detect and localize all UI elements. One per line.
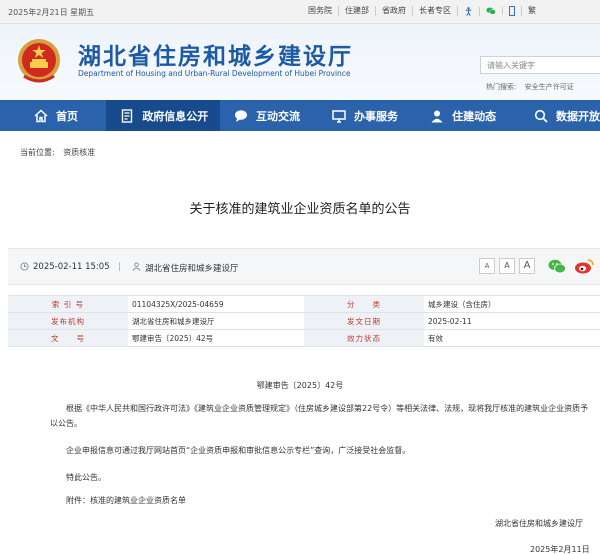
accessibility-icon xyxy=(465,6,472,16)
site-title[interactable]: 湖北省住房和城乡建设厅 xyxy=(78,37,353,71)
nav-news[interactable]: 住建动态 xyxy=(416,100,520,131)
link-state-council[interactable]: 国务院 xyxy=(302,6,339,16)
article-title: 关于核准的建筑业企业资质名单的公告 xyxy=(189,202,411,217)
font-size-medium-button[interactable]: A xyxy=(499,258,515,274)
hot-search: 热门搜索: 安全生产许可证 xyxy=(486,82,580,92)
document-number: 鄂建审告〔2025〕42号 xyxy=(256,381,344,390)
value-issue-date: 2025-02-11 xyxy=(424,312,600,330)
user-icon xyxy=(431,110,443,122)
table-row: 文 号 鄂建审告〔2025〕42号 效力状态 有效 xyxy=(8,329,600,347)
table-row: 索 引 号 01104325X/2025-04659 分 类 城乡建设（含住房） xyxy=(8,295,600,313)
breadcrumb: 当前位置: 资质核准 xyxy=(20,147,101,158)
monitor-icon xyxy=(332,109,346,123)
value-index-no: 01104325X/2025-04659 xyxy=(128,295,304,313)
nav-services[interactable]: 办事服务 xyxy=(318,100,416,131)
current-date: 2025年2月21日 星期五 xyxy=(8,8,95,17)
paragraph-query-info: 企业申报信息可通过我厅网站首页“企业资质申报和审批信息公示专栏”查询，广泛接受社… xyxy=(66,446,411,455)
paragraph-legal-basis: 根据《中华人民共和国行政许可法》《建筑业企业资质管理规定》（住房城乡建设部第22… xyxy=(50,404,589,428)
value-category: 城乡建设（含住房） xyxy=(424,295,600,313)
font-size-large-button[interactable]: A xyxy=(519,258,535,274)
source-icon xyxy=(132,262,141,271)
link-elderly-zone[interactable]: 长者专区 xyxy=(413,6,458,16)
value-doc-number: 鄂建审告〔2025〕42号 xyxy=(128,329,304,347)
value-status: 有效 xyxy=(424,329,600,347)
font-size-small-button[interactable]: A xyxy=(479,258,495,274)
nav-home[interactable]: 首页 xyxy=(0,100,106,131)
meta-separator: | xyxy=(118,262,121,272)
top-links: 国务院 住建部 省政府 长者专区 繁 xyxy=(302,6,542,16)
weibo-share-icon[interactable] xyxy=(574,258,594,274)
document-info-table: 索 引 号 01104325X/2025-04659 分 类 城乡建设（含住房）… xyxy=(8,295,600,347)
paragraph-closing: 特此公告。 xyxy=(66,473,106,482)
top-utility-bar: 2025年2月21日 星期五 国务院 住建部 省政府 长者专区 繁 xyxy=(0,0,600,24)
sign-date: 2025年2月11日 xyxy=(530,545,590,554)
wechat-icon xyxy=(486,7,496,15)
hot-search-label: 热门搜索: xyxy=(486,83,517,91)
label-issuer: 发布机构 xyxy=(8,312,128,330)
value-issuer: 湖北省住房和城乡建设厅 xyxy=(128,312,304,330)
article-source: 湖北省住房和城乡建设厅 xyxy=(145,264,239,274)
site-header: 湖北省住房和城乡建设厅 Department of Housing and Ur… xyxy=(0,24,600,100)
mobile-link[interactable] xyxy=(503,6,522,16)
label-issue-date: 发文日期 xyxy=(304,312,424,330)
nav-interaction[interactable]: 互动交流 xyxy=(220,100,318,131)
nav-gov-info[interactable]: 政府信息公开 xyxy=(106,100,220,131)
link-provincial-gov[interactable]: 省政府 xyxy=(376,6,413,16)
article-meta-bar: 2025-02-11 15:05 | 湖北省住房和城乡建设厅 A A A xyxy=(8,248,600,285)
table-row: 发布机构 湖北省住房和城乡建设厅 发文日期 2025-02-11 xyxy=(8,312,600,330)
attachment-link[interactable]: 附件：核准的建筑业企业资质名单 xyxy=(66,493,600,508)
home-icon xyxy=(34,108,48,122)
chat-icon xyxy=(235,109,247,122)
traditional-chinese-link[interactable]: 繁 xyxy=(522,6,542,16)
wechat-link[interactable] xyxy=(480,7,503,15)
nav-open-data[interactable]: 数据开放 xyxy=(520,100,600,131)
signer: 湖北省住房和城乡建设厅 xyxy=(495,519,583,528)
site-subtitle: Department of Housing and Urban-Rural De… xyxy=(78,69,351,78)
national-emblem-icon xyxy=(18,39,60,83)
accessibility-link[interactable] xyxy=(458,6,480,16)
breadcrumb-current[interactable]: 资质核准 xyxy=(63,148,95,157)
clock-icon xyxy=(20,262,29,271)
label-index-no: 索 引 号 xyxy=(8,295,128,313)
hot-search-item[interactable]: 安全生产许可证 xyxy=(525,83,574,91)
phone-icon xyxy=(509,6,515,16)
main-nav: 首页 政府信息公开 互动交流 办事服务 住建动态 数据开放 xyxy=(0,100,600,131)
label-status: 效力状态 xyxy=(304,329,424,347)
search-icon xyxy=(534,109,548,123)
label-category: 分 类 xyxy=(304,295,424,313)
wechat-share-icon[interactable] xyxy=(548,259,566,274)
breadcrumb-label: 当前位置: xyxy=(20,148,55,157)
publish-datetime: 2025-02-11 15:05 xyxy=(33,262,110,272)
search-input[interactable]: 请输入关键字 xyxy=(480,56,600,74)
link-mohurd[interactable]: 住建部 xyxy=(339,6,376,16)
document-icon xyxy=(122,108,133,123)
label-doc-number: 文 号 xyxy=(8,329,128,347)
